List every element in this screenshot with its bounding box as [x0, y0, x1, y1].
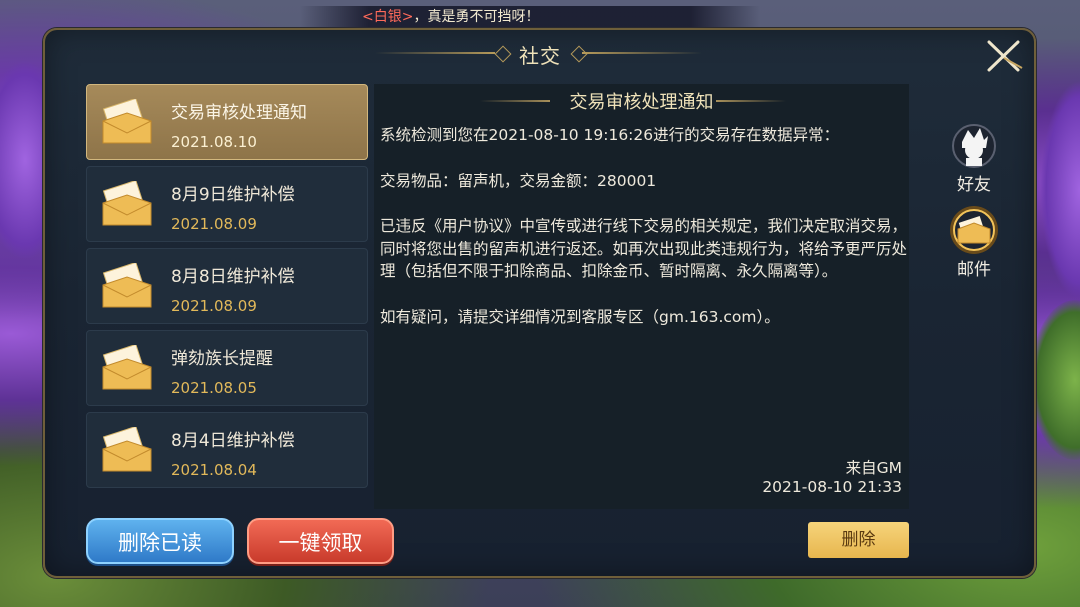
delete-read-button[interactable]: 删除已读 [86, 518, 234, 564]
mail-item-title: 8月8日维护补偿 [171, 267, 295, 287]
mail-item-date: 2021.08.09 [171, 215, 257, 233]
close-button[interactable] [984, 38, 1024, 74]
panel-title: 社交 [519, 44, 561, 68]
mail-paragraph: 已违反《用户协议》中宣传或进行线下交易的相关规定，我们决定取消交易，同时将您出售… [380, 217, 908, 280]
mail-item-date: 2021.08.05 [171, 379, 257, 397]
mail-list: 交易审核处理通知 2021.08.10 8月9日维护补偿 2021.08.09 … [86, 84, 368, 494]
mail-timestamp: 2021-08-10 21:33 [762, 478, 902, 496]
mail-paragraph: 系统检测到您在2021-08-10 19:16:26进行的交易存在数据异常： [380, 126, 840, 144]
mail-sender: 来自GM [845, 459, 902, 477]
close-icon [987, 40, 1023, 72]
mail-item-title: 交易审核处理通知 [171, 103, 307, 123]
broadcast-message: ，真是勇不可挡呀！ [413, 9, 540, 25]
mail-item-title: 弹劾族长提醒 [171, 349, 273, 369]
tab-mail[interactable]: 邮件 [944, 205, 1004, 280]
envelope-icon [102, 263, 152, 308]
claim-all-button[interactable]: 一键领取 [247, 518, 394, 564]
tab-mail-label: 邮件 [957, 260, 991, 280]
envelope-icon [102, 427, 152, 472]
mail-item-1[interactable]: 8月9日维护补偿 2021.08.09 [86, 166, 368, 242]
mail-body: 系统检测到您在2021-08-10 19:16:26进行的交易存在数据异常： 交… [380, 124, 908, 328]
mail-item-2[interactable]: 8月8日维护补偿 2021.08.09 [86, 248, 368, 324]
friend-avatar-icon [952, 124, 996, 168]
tab-friends-label: 好友 [957, 175, 991, 195]
broadcast-player-name: <白银> [362, 9, 414, 25]
mail-item-3[interactable]: 弹劾族长提醒 2021.08.05 [86, 330, 368, 406]
mail-item-4[interactable]: 8月4日维护补偿 2021.08.04 [86, 412, 368, 488]
broadcast-banner: <白银>，真是勇不可挡呀！ [300, 6, 760, 28]
envelope-icon [102, 99, 152, 144]
mail-item-title: 8月4日维护补偿 [171, 431, 295, 451]
mail-paragraph: 如有疑问，请提交详细情况到客服专区（gm.163.com）。 [380, 307, 780, 326]
mail-item-title: 8月9日维护补偿 [171, 185, 295, 205]
mail-paragraph: 交易物品：留声机，交易金额：280001 [380, 171, 657, 190]
mail-title: 交易审核处理通知 [569, 92, 714, 113]
mail-item-date: 2021.08.10 [171, 133, 257, 151]
envelope-icon [102, 345, 152, 390]
mail-tab-icon [950, 206, 998, 254]
delete-button[interactable]: 删除 [808, 522, 909, 558]
mail-item-date: 2021.08.09 [171, 297, 257, 315]
envelope-icon [102, 181, 152, 226]
tab-friends[interactable]: 好友 [944, 122, 1004, 195]
mail-item-date: 2021.08.04 [171, 461, 257, 479]
mail-item-0[interactable]: 交易审核处理通知 2021.08.10 [86, 84, 368, 160]
